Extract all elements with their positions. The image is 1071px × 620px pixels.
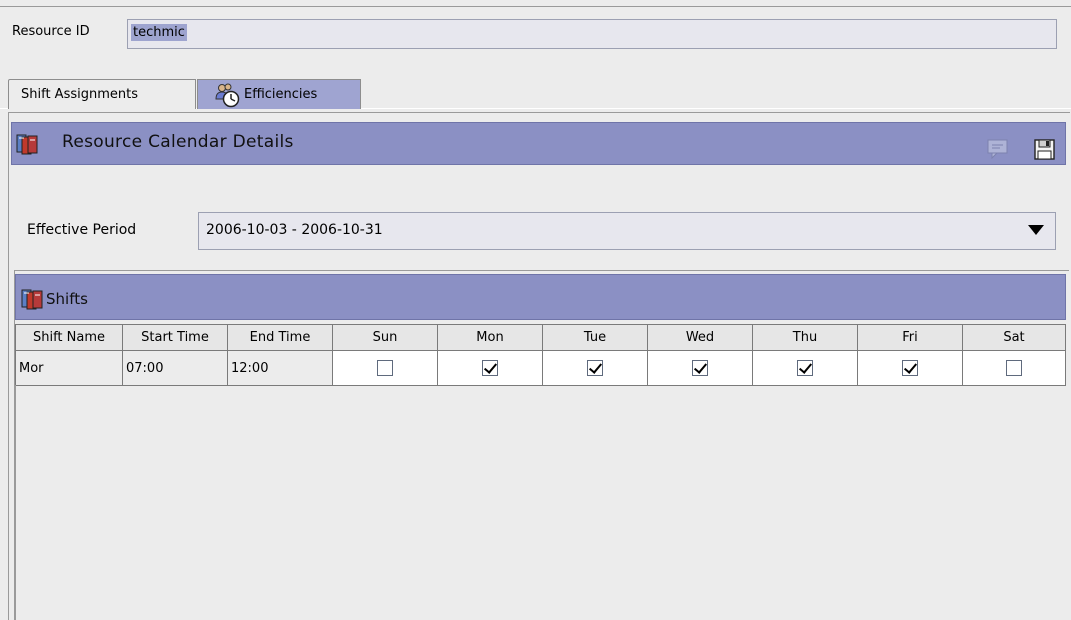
cell-end-time[interactable]: 12:00 [227,350,333,386]
checkbox-thu[interactable] [797,360,813,376]
cell-mon [437,350,543,386]
checkbox-tue[interactable] [587,360,603,376]
cell-sat [962,350,1066,386]
shifts-header [15,274,1066,320]
col-header-sun[interactable]: Sun [332,324,438,351]
col-header-mon[interactable]: Mon [437,324,543,351]
cell-fri [857,350,963,386]
comment-icon[interactable] [985,137,1011,159]
col-header-shift-name[interactable]: Shift Name [15,324,123,351]
binder-icon [21,289,43,310]
checkbox-wed[interactable] [692,360,708,376]
effective-period-label: Effective Period [27,222,137,238]
tab-shift-assignments-label: Shift Assignments [21,87,138,102]
col-header-tue[interactable]: Tue [542,324,648,351]
panel-title: Resource Calendar Details [62,132,294,152]
checkbox-sun[interactable] [377,360,393,376]
cell-shift-name[interactable]: Mor [15,350,123,386]
col-header-sat[interactable]: Sat [962,324,1066,351]
cell-thu [752,350,858,386]
shifts-table: Shift Name Start Time End Time Sun Mon T… [15,324,1066,386]
binder-icon [16,134,38,155]
checkbox-mon[interactable] [482,360,498,376]
col-header-start-time[interactable]: Start Time [122,324,228,351]
cell-wed [647,350,753,386]
table-empty-area [15,385,1065,620]
checkbox-sat[interactable] [1006,360,1022,376]
cell-sun [332,350,438,386]
resource-id-value[interactable]: techmic [131,24,187,41]
cell-start-time[interactable]: 07:00 [122,350,228,386]
tab-efficiencies[interactable]: Efficiencies [197,79,361,109]
chevron-down-icon[interactable] [1028,225,1044,235]
col-header-wed[interactable]: Wed [647,324,753,351]
col-header-thu[interactable]: Thu [752,324,858,351]
table-row[interactable]: Mor 07:00 12:00 [15,350,1066,386]
clock-people-icon [215,83,240,107]
checkbox-fri[interactable] [902,360,918,376]
resource-id-label: Resource ID [12,24,90,39]
floppy-disk-icon[interactable] [1032,137,1058,161]
effective-period-value: 2006-10-03 - 2006-10-31 [206,222,383,238]
tab-shift-assignments[interactable]: Shift Assignments [8,79,196,109]
shifts-title: Shifts [46,290,88,308]
tab-efficiencies-label: Efficiencies [244,87,318,102]
table-header-row: Shift Name Start Time End Time Sun Mon T… [15,324,1066,351]
cell-tue [542,350,648,386]
resource-id-field[interactable] [127,19,1057,49]
col-header-end-time[interactable]: End Time [227,324,333,351]
col-header-fri[interactable]: Fri [857,324,963,351]
top-divider [0,6,1071,7]
